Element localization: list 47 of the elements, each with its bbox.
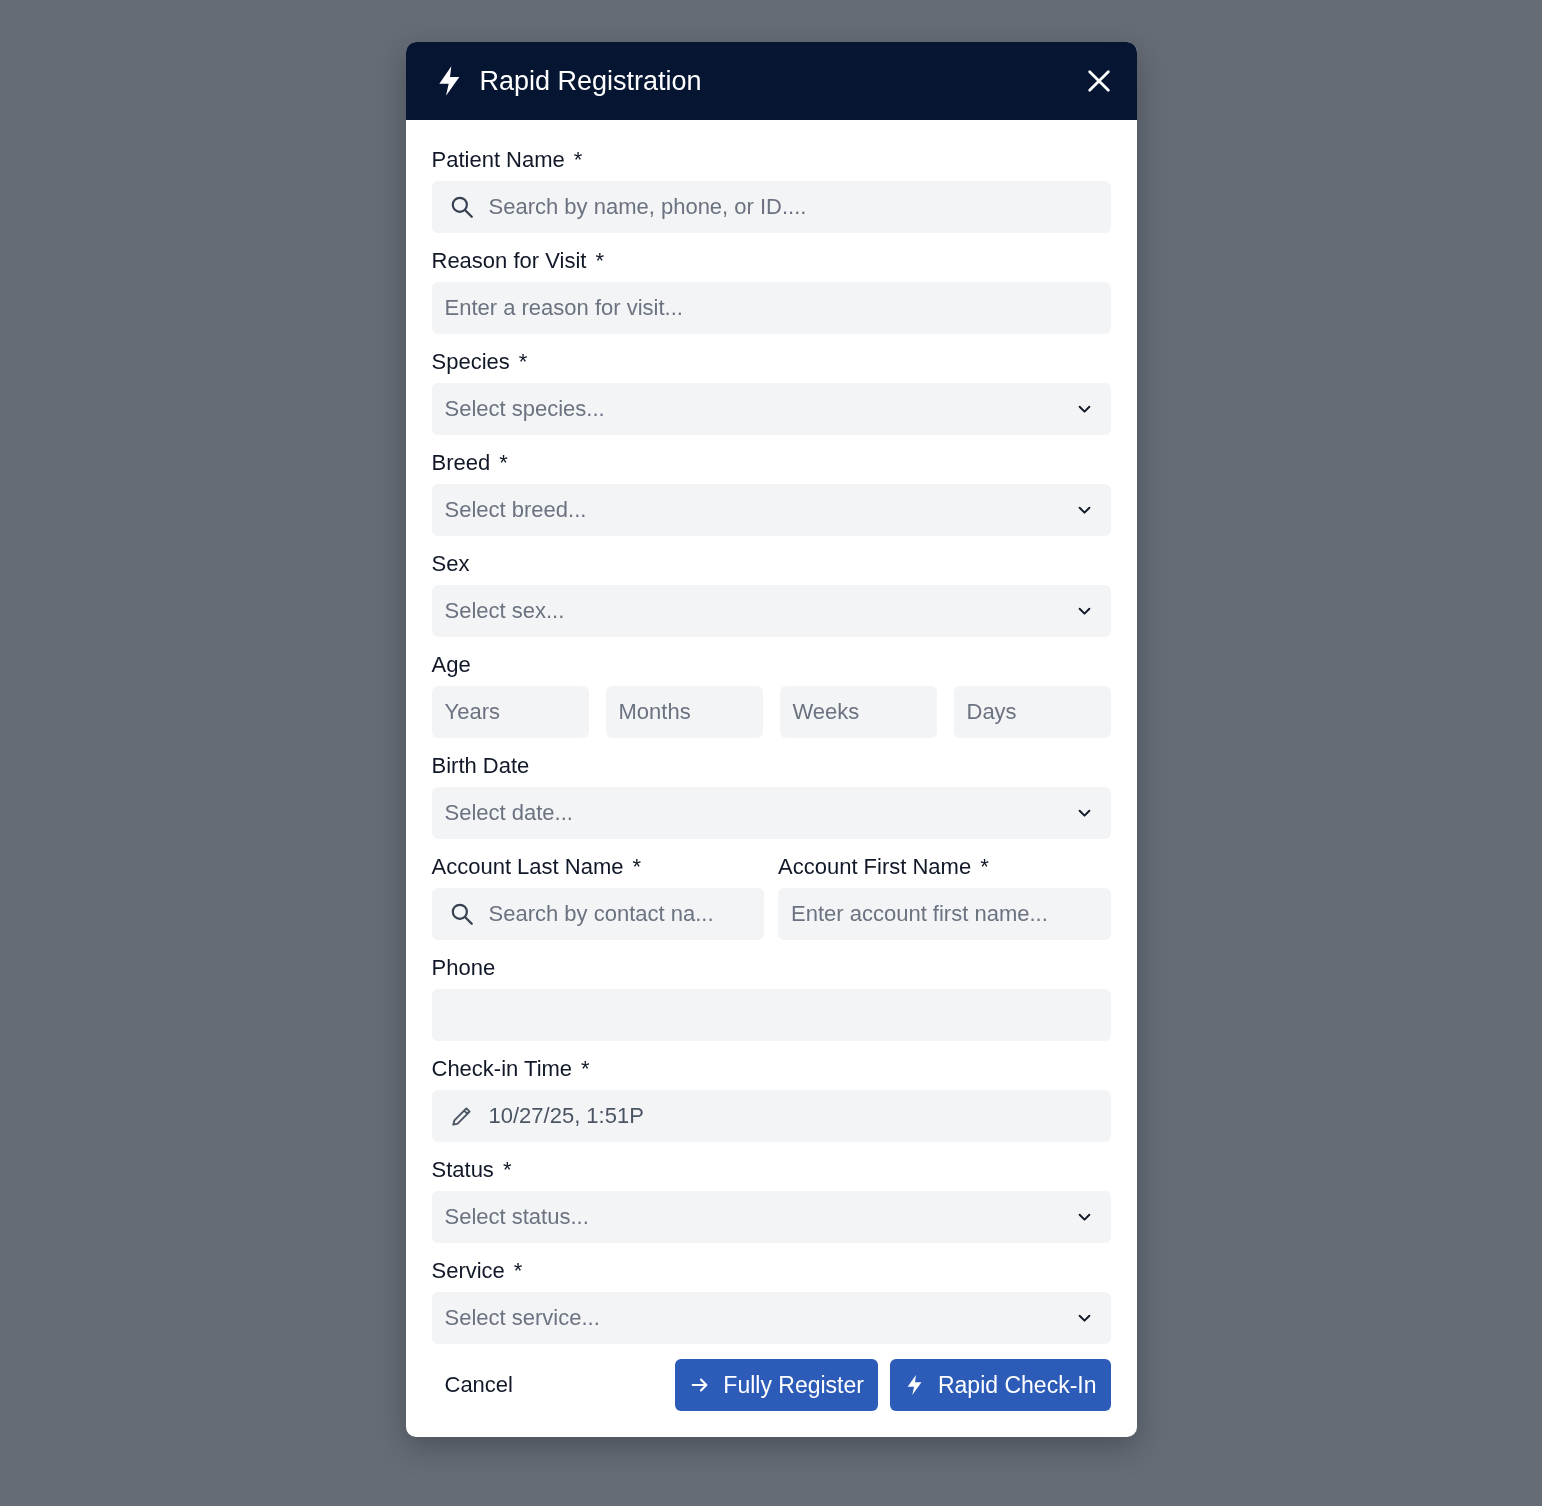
search-field[interactable]: Search by name, phone, or ID....	[431, 181, 1111, 233]
chevron-down-icon	[1077, 1313, 1091, 1323]
action-button[interactable]: Fully Register	[675, 1359, 878, 1411]
cancel-button[interactable]: Cancel	[431, 1360, 526, 1410]
field-label: Breed	[431, 451, 491, 475]
dropdown[interactable]: Select status...	[431, 1191, 1111, 1243]
field-label: Age	[431, 653, 471, 677]
chevron-down-icon	[1077, 505, 1091, 515]
required-mark: *	[573, 148, 583, 172]
dropdown[interactable]: Select breed...	[431, 484, 1111, 536]
field-label: Status	[431, 1158, 494, 1182]
field-label: Account Last Name	[431, 855, 624, 879]
number-field[interactable]: Weeks	[779, 686, 937, 738]
field-label: Check-in Time	[431, 1057, 573, 1081]
required-mark: *	[581, 1057, 590, 1081]
chevron-down-icon	[1077, 606, 1091, 616]
field-label: Birth Date	[431, 754, 530, 778]
text-field[interactable]: Enter account first name...	[778, 888, 1111, 940]
dropdown[interactable]: Select service...	[431, 1292, 1111, 1344]
required-mark: *	[595, 249, 604, 273]
field-label: Reason for Visit	[431, 249, 587, 273]
dialog-title: Rapid Registration	[479, 65, 703, 97]
number-field[interactable]: Years	[431, 686, 589, 738]
field-label: Phone	[431, 956, 496, 980]
search-field[interactable]: Search by contact na...	[431, 888, 764, 940]
required-mark: *	[502, 1158, 512, 1182]
datetime-field[interactable]: 10/27/25, 1:51P	[431, 1090, 1111, 1142]
field-label: Service	[431, 1259, 505, 1283]
dropdown[interactable]: Select sex...	[431, 585, 1111, 637]
dropdown[interactable]: Select date...	[431, 787, 1111, 839]
field-label: Patient Name	[431, 148, 565, 172]
required-mark: *	[513, 1259, 523, 1283]
number-field[interactable]: Days	[953, 686, 1111, 738]
chevron-down-icon	[1077, 1212, 1091, 1222]
number-field[interactable]: Months	[605, 686, 763, 738]
field-label: Sex	[431, 552, 470, 576]
field-label: Species	[431, 350, 510, 374]
action-button[interactable]: Rapid Check-In	[889, 1359, 1111, 1411]
dropdown[interactable]: Select species...	[431, 383, 1111, 435]
chevron-down-icon	[1077, 404, 1091, 414]
required-mark: *	[518, 350, 528, 374]
required-mark: *	[980, 855, 989, 879]
required-mark: *	[632, 855, 642, 879]
required-mark: *	[499, 451, 508, 475]
field-label: Account First Name	[778, 855, 972, 879]
chevron-down-icon	[1077, 808, 1091, 818]
text-field[interactable]: Enter a reason for visit...	[431, 282, 1111, 334]
